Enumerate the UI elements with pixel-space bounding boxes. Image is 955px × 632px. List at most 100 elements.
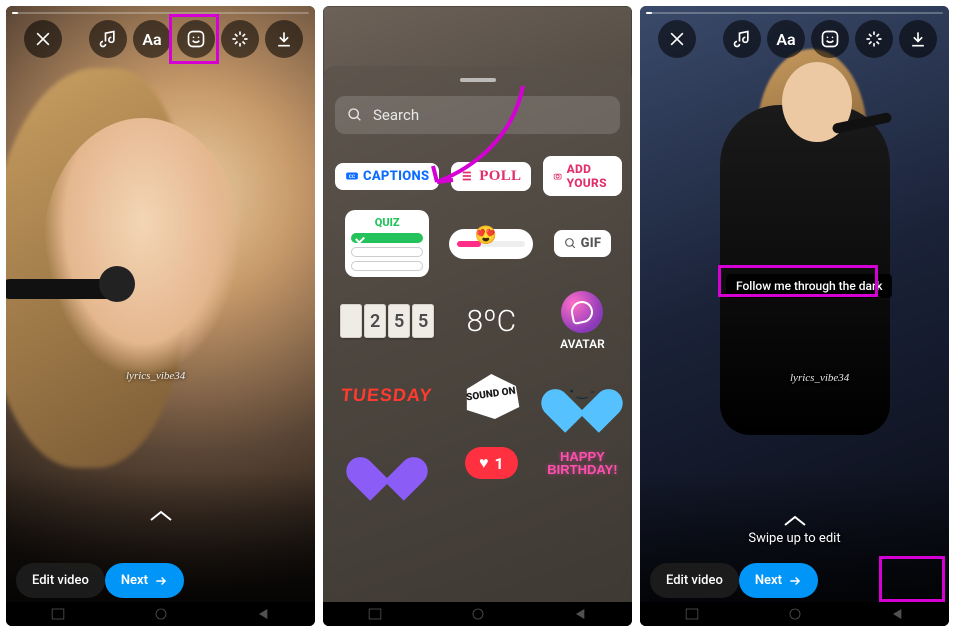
text-button[interactable]: Aa: [767, 20, 805, 58]
sticker-sheet-screen: Search CC CAPTIONS POLL ADD YOURS QUIZ: [323, 6, 632, 626]
sticker-quiz-label: QUIZ: [351, 216, 423, 229]
caption-sticker[interactable]: Follow me through the dark: [726, 274, 892, 298]
sticker-button[interactable]: [811, 20, 849, 58]
effects-button[interactable]: [221, 20, 259, 58]
story-editor-screen-3: lyrics_vibe34 Aa Follow me through the d…: [640, 6, 949, 626]
sticker-poll-label: POLL: [479, 168, 521, 185]
sticker-heart-blue[interactable]: • ‿ -: [555, 371, 609, 419]
like-count-value: 1: [494, 454, 503, 473]
sticker-sound-on-label: SOUND ON: [452, 360, 530, 429]
sticker-sound-on[interactable]: SOUND ON: [456, 365, 526, 425]
swipe-up-label: Swipe up to edit: [748, 531, 840, 546]
music-button[interactable]: [89, 20, 127, 58]
story-editor-screen-1: lyrics_vibe34 Aa Edit video Next: [6, 6, 315, 626]
sticker-search-bar[interactable]: Search: [335, 96, 620, 134]
search-icon: [347, 107, 363, 123]
close-button[interactable]: [658, 20, 696, 58]
sticker-icon: [186, 29, 206, 49]
captions-icon: CC: [345, 169, 359, 183]
editor-toolbar: Aa: [640, 20, 949, 58]
sticker-emoji-slider[interactable]: 😍: [449, 229, 533, 259]
sticker-heart-purple[interactable]: [360, 439, 414, 487]
sticker-captions-label: CAPTIONS: [363, 169, 429, 184]
close-button[interactable]: [24, 20, 62, 58]
edit-video-button[interactable]: Edit video: [16, 563, 105, 598]
music-button[interactable]: [723, 20, 761, 58]
nav-recent-icon[interactable]: [682, 607, 702, 621]
nav-home-icon[interactable]: [468, 607, 488, 621]
sticker-time[interactable]: 2 5 5: [340, 304, 434, 338]
svg-text:CC: CC: [349, 174, 355, 180]
next-button[interactable]: Next: [739, 563, 818, 598]
sticker-captions[interactable]: CC CAPTIONS: [335, 163, 439, 190]
effects-button[interactable]: [855, 20, 893, 58]
poll-icon: [461, 169, 475, 183]
next-button[interactable]: Next: [105, 563, 184, 598]
nav-home-icon[interactable]: [785, 607, 805, 621]
nav-recent-icon[interactable]: [365, 607, 385, 621]
sticker-gif[interactable]: GIF: [554, 230, 612, 257]
music-icon: [98, 29, 118, 49]
sticker-gif-label: GIF: [581, 236, 602, 251]
wink-face-icon: • ‿ -: [569, 385, 594, 400]
camera-icon: [553, 169, 562, 183]
sticker-poll[interactable]: POLL: [451, 162, 531, 191]
clock-digit: [340, 304, 362, 338]
text-icon: Aa: [776, 30, 795, 49]
download-icon: [908, 29, 928, 49]
text-icon: Aa: [142, 30, 161, 49]
next-label: Next: [121, 573, 148, 588]
download-button[interactable]: [265, 20, 303, 58]
watermark-text: lyrics_vibe34: [790, 372, 849, 384]
sticker-grid: CC CAPTIONS POLL ADD YOURS QUIZ 😍: [335, 156, 620, 487]
nav-back-icon[interactable]: [888, 607, 908, 621]
sticker-weekday[interactable]: TUESDAY: [340, 385, 434, 406]
sticker-avatar[interactable]: AVATAR: [560, 291, 605, 351]
download-button[interactable]: [899, 20, 937, 58]
sticker-temperature[interactable]: 8ºC: [467, 304, 517, 339]
nav-recent-icon[interactable]: [48, 607, 68, 621]
editor-bottom-bar: Edit video Next: [640, 563, 949, 598]
sparkle-icon: [864, 29, 884, 49]
nav-back-icon[interactable]: [254, 607, 274, 621]
editor-bottom-bar: Edit video Next: [6, 563, 315, 598]
sticker-happy-birthday[interactable]: HAPPY BIRTHDAY!: [547, 450, 617, 476]
text-button[interactable]: Aa: [133, 20, 171, 58]
chevron-up-icon: [783, 515, 807, 527]
sticker-button[interactable]: [177, 20, 215, 58]
sticker-addyours[interactable]: ADD YOURS: [543, 156, 621, 196]
sparkle-icon: [230, 29, 250, 49]
edit-video-button[interactable]: Edit video: [650, 563, 739, 598]
clock-digit: 2: [364, 304, 386, 338]
arrow-right-icon: [154, 574, 168, 588]
download-icon: [274, 29, 294, 49]
sticker-sheet-panel[interactable]: Search CC CAPTIONS POLL ADD YOURS QUIZ: [323, 66, 632, 602]
music-icon: [732, 29, 752, 49]
search-icon: [564, 237, 577, 250]
chevron-up-icon: [149, 510, 173, 522]
sticker-avatar-label: AVATAR: [560, 337, 605, 351]
android-nav-bar: [640, 602, 949, 626]
swipe-up-hint[interactable]: Swipe up to edit: [640, 515, 949, 546]
sticker-addyours-label: ADD YOURS: [567, 162, 612, 190]
android-nav-bar: [6, 602, 315, 626]
heart-icon: ♥: [479, 453, 489, 473]
sticker-icon: [820, 29, 840, 49]
clock-digit: 5: [388, 304, 410, 338]
android-nav-bar: [323, 602, 632, 626]
avatar-icon: [561, 291, 603, 333]
editor-toolbar: Aa: [6, 20, 315, 58]
nav-back-icon[interactable]: [571, 607, 591, 621]
search-placeholder: Search: [373, 106, 419, 124]
close-icon: [33, 29, 53, 49]
watermark-text: lyrics_vibe34: [126, 370, 185, 382]
next-label: Next: [755, 573, 782, 588]
sticker-quiz[interactable]: QUIZ: [345, 210, 429, 277]
story-progress-bar: [12, 12, 309, 14]
close-icon: [667, 29, 687, 49]
nav-home-icon[interactable]: [151, 607, 171, 621]
sticker-like-count[interactable]: ♥ 1: [465, 447, 518, 479]
story-progress-bar: [646, 12, 943, 14]
sheet-grab-handle[interactable]: [460, 78, 496, 82]
clock-digit: 5: [412, 304, 434, 338]
